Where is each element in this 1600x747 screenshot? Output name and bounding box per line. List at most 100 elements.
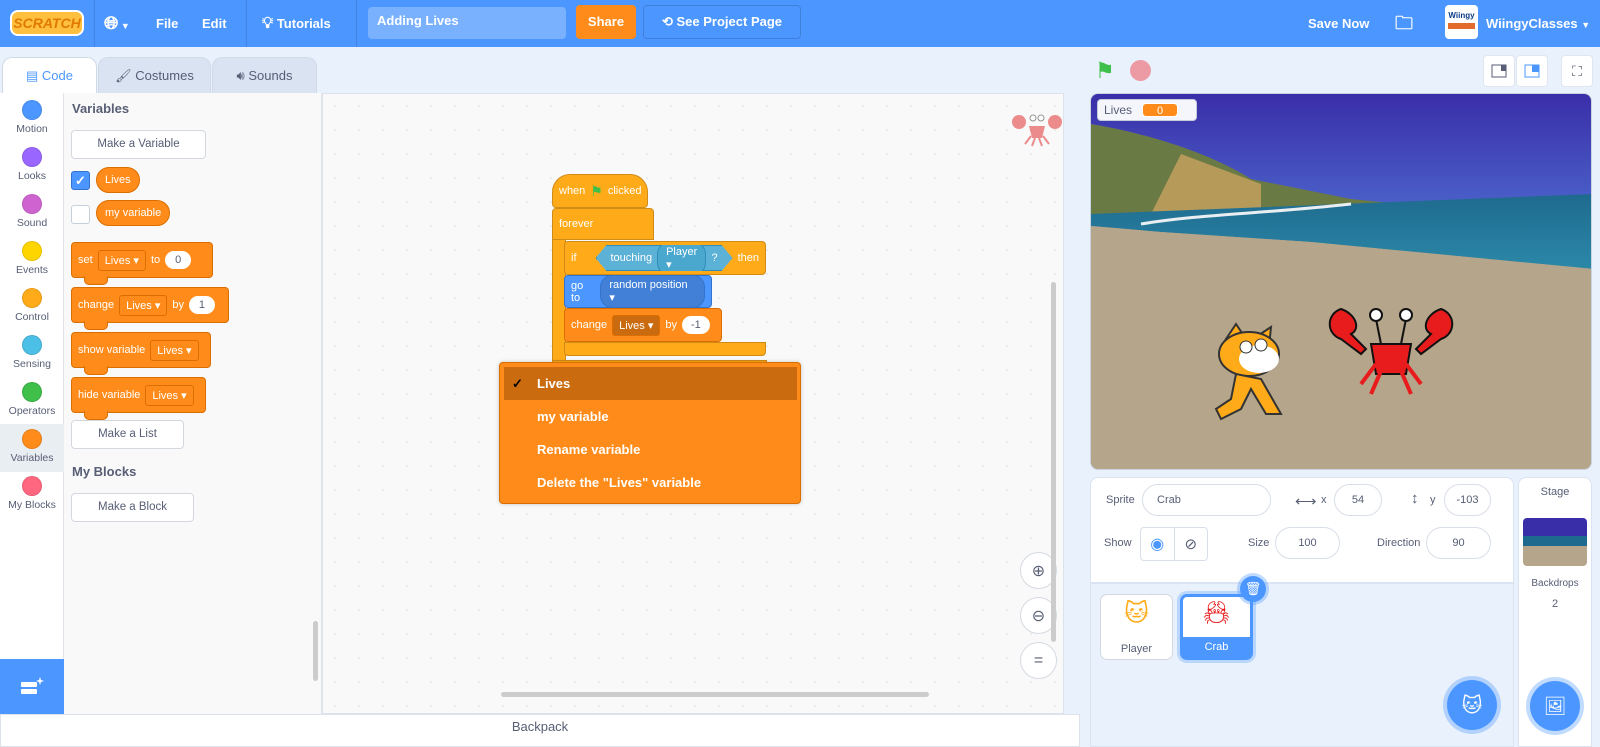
- set-variable-block[interactable]: set Lives ▾ to 0: [71, 242, 213, 285]
- lives-reporter-block[interactable]: Lives: [96, 167, 140, 193]
- crab-sprite[interactable]: [1321, 299, 1461, 399]
- category-operators[interactable]: Operators: [0, 377, 64, 425]
- share-button[interactable]: Share: [576, 5, 636, 39]
- category-looks[interactable]: Looks: [0, 142, 64, 190]
- lives-variable-monitor[interactable]: Lives 0: [1097, 99, 1197, 121]
- change-lives-block[interactable]: change Lives ▾ by -1: [564, 308, 722, 342]
- category-sensing[interactable]: Sensing: [0, 330, 64, 378]
- user-avatar[interactable]: Wiingy: [1445, 5, 1478, 39]
- size-input[interactable]: 100: [1275, 527, 1340, 559]
- y-label: y: [1430, 494, 1436, 506]
- category-color-dot-icon: [22, 288, 42, 308]
- x-position-input[interactable]: 54: [1334, 484, 1382, 516]
- lives-monitor-checkbox[interactable]: ✓: [71, 171, 90, 190]
- language-globe-icon[interactable]: 🌐︎ ▼: [104, 0, 130, 47]
- category-color-dot-icon: [22, 429, 42, 449]
- small-stage-button[interactable]: [1483, 55, 1515, 87]
- touching-sensing-block[interactable]: touching Player ▾ ?: [595, 245, 733, 271]
- variable-dropdown[interactable]: Lives ▾: [150, 339, 199, 361]
- value-input[interactable]: 0: [165, 251, 192, 269]
- stage-target-panel[interactable]: Stage Backdrops 2 🖼︎: [1518, 477, 1592, 747]
- tab-costumes[interactable]: 🖌︎ Costumes: [98, 57, 211, 94]
- category-motion[interactable]: Motion: [0, 95, 64, 143]
- variable-dropdown[interactable]: Lives ▾: [612, 314, 661, 336]
- my-stuff-folder-icon[interactable]: 🗀︎: [1395, 0, 1413, 47]
- menu-item-rename-variable[interactable]: Rename variable: [504, 433, 797, 466]
- scratch-logo[interactable]: SCRATCH: [10, 10, 84, 36]
- backpack[interactable]: Backpack: [0, 714, 1080, 747]
- category-menu: Motion Looks Sound Events Control Sensing Oper…: [0, 93, 64, 659]
- make-block-button[interactable]: Make a Block: [71, 493, 194, 522]
- stage-canvas[interactable]: Lives 0: [1090, 93, 1592, 470]
- edit-menu[interactable]: Edit: [202, 0, 227, 47]
- stage-thumbnail: [1523, 518, 1587, 566]
- stop-button[interactable]: [1130, 60, 1151, 81]
- forever-block[interactable]: forever: [552, 208, 654, 240]
- menu-item-my-variable[interactable]: my variable: [504, 400, 797, 433]
- category-my-blocks[interactable]: My Blocks: [0, 471, 64, 519]
- category-variables[interactable]: Variables: [0, 424, 64, 472]
- fullscreen-button[interactable]: ⛶: [1561, 55, 1593, 87]
- my-variable-monitor-checkbox[interactable]: [71, 205, 90, 224]
- menu-item-delete-variable[interactable]: Delete the "Lives" variable: [504, 466, 797, 499]
- hide-sprite-button[interactable]: ⊘: [1175, 528, 1208, 560]
- when-flag-clicked-block[interactable]: when ⚑ clicked: [552, 174, 648, 208]
- value-input[interactable]: -1: [681, 316, 710, 334]
- go-to-target-dropdown[interactable]: random position ▾: [600, 275, 705, 308]
- variable-dropdown[interactable]: Lives ▾: [145, 384, 194, 406]
- category-label: Variables: [10, 452, 54, 464]
- sprite-name-label: Sprite: [1106, 494, 1135, 506]
- project-title-input[interactable]: Adding Lives: [368, 7, 566, 39]
- palette-scrollbar[interactable]: [313, 621, 318, 681]
- menu-item-lives[interactable]: ✓ Lives: [504, 367, 797, 400]
- category-control[interactable]: Control: [0, 283, 64, 331]
- make-variable-button[interactable]: Make a Variable: [71, 130, 206, 159]
- hide-variable-block[interactable]: hide variable Lives ▾: [71, 377, 206, 420]
- trash-icon: 🗑︎: [1244, 581, 1262, 596]
- show-sprite-button[interactable]: ◉: [1141, 528, 1175, 560]
- zoom-reset-button[interactable]: =: [1020, 642, 1057, 679]
- variable-dropdown-menu: ✓ Lives my variable Rename variable Delet…: [499, 362, 801, 504]
- block-text: forever: [559, 218, 594, 230]
- go-to-block[interactable]: go to random position ▾: [564, 275, 712, 308]
- tab-code[interactable]: ▤ Code: [2, 57, 97, 94]
- make-list-button[interactable]: Make a List: [71, 420, 184, 449]
- block-text: by: [172, 299, 184, 311]
- choose-sprite-button[interactable]: 🐱︎: [1447, 680, 1497, 730]
- category-color-dot-icon: [22, 476, 42, 496]
- y-position-input[interactable]: -103: [1444, 484, 1491, 516]
- delete-sprite-button[interactable]: 🗑︎: [1240, 576, 1266, 602]
- file-menu[interactable]: File: [156, 0, 178, 47]
- category-sound[interactable]: Sound: [0, 189, 64, 237]
- variable-dropdown[interactable]: Lives ▾: [119, 294, 168, 316]
- variable-dropdown[interactable]: Lives ▾: [97, 249, 146, 271]
- direction-input[interactable]: 90: [1426, 527, 1491, 559]
- player-cat-sprite[interactable]: [1201, 319, 1311, 429]
- large-stage-button[interactable]: [1516, 55, 1548, 87]
- category-events[interactable]: Events: [0, 236, 64, 284]
- if-then-block[interactable]: if touching Player ▾ ? then: [564, 241, 766, 275]
- workspace-vertical-scrollbar[interactable]: [1051, 282, 1056, 642]
- value-input[interactable]: 1: [188, 296, 215, 314]
- show-variable-block[interactable]: show variable Lives ▾: [71, 332, 211, 375]
- change-variable-block[interactable]: change Lives ▾ by 1: [71, 287, 229, 330]
- show-toggle-group: ◉ ⊘: [1140, 527, 1208, 561]
- horizontal-arrows-icon: ⟷: [1295, 493, 1317, 510]
- sprite-tile-crab[interactable]: 🦀︎ Crab: [1180, 594, 1253, 660]
- remix-arrows-icon: ⟲: [661, 14, 673, 29]
- sprite-tile-player[interactable]: 🐱︎ Player: [1100, 594, 1173, 660]
- see-project-page-button[interactable]: ⟲ See Project Page: [643, 5, 801, 39]
- my-variable-reporter-block[interactable]: my variable: [96, 200, 171, 226]
- touching-target-dropdown[interactable]: Player ▾: [657, 245, 707, 271]
- add-extension-button[interactable]: [0, 659, 64, 714]
- green-flag-button[interactable]: ⚑: [1095, 58, 1115, 84]
- block-text: when: [559, 185, 586, 197]
- tab-sounds[interactable]: 🔊︎ Sounds: [212, 57, 317, 94]
- save-now-button[interactable]: Save Now: [1308, 0, 1369, 47]
- sprite-name-input[interactable]: Crab: [1142, 484, 1271, 516]
- monitor-label: Lives: [1104, 103, 1133, 117]
- workspace-horizontal-scrollbar[interactable]: [501, 692, 929, 697]
- tutorials-button[interactable]: 💡︎ Tutorials: [262, 0, 331, 47]
- account-menu[interactable]: WiingyClasses ▼: [1486, 0, 1590, 47]
- choose-backdrop-button[interactable]: 🖼︎: [1530, 681, 1580, 731]
